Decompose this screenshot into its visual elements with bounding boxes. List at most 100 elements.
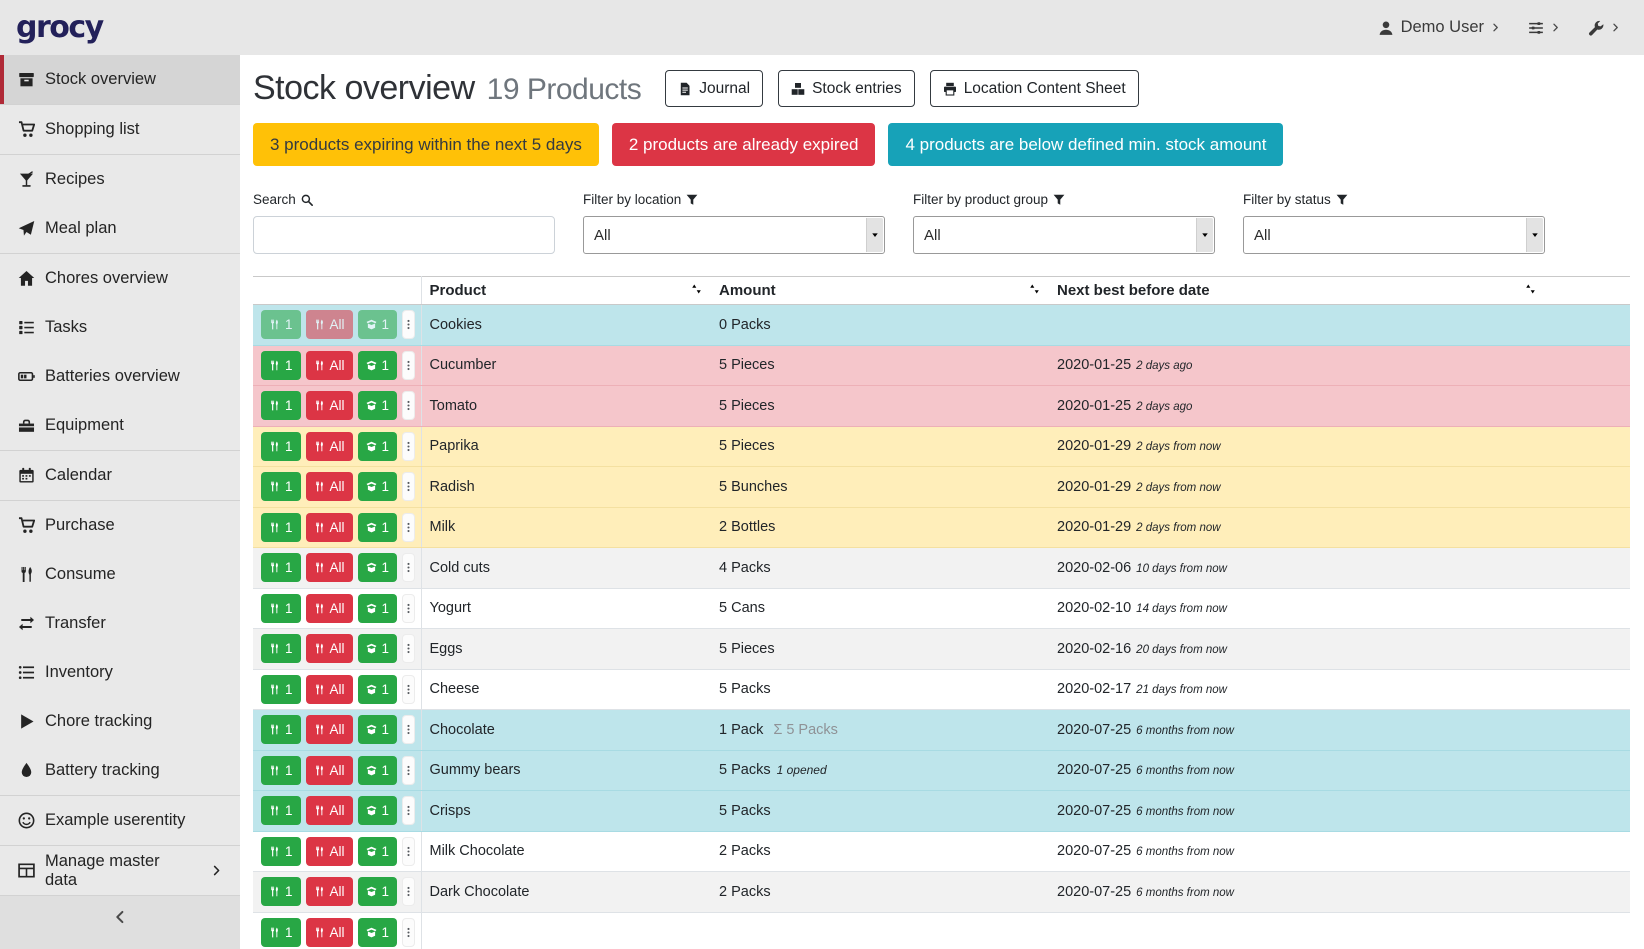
row-menu-button[interactable] <box>402 432 415 461</box>
consume-one-button[interactable]: 1 <box>261 837 301 866</box>
consume-one-button[interactable]: 1 <box>261 918 301 947</box>
filter-by-product-group-select[interactable]: All <box>913 216 1215 254</box>
open-one-button[interactable]: 1 <box>358 310 398 339</box>
consume-one-button[interactable]: 1 <box>261 391 301 420</box>
consume-all-button[interactable]: All <box>306 391 353 420</box>
open-one-button[interactable]: 1 <box>358 594 398 623</box>
open-one-button[interactable]: 1 <box>358 715 398 744</box>
search-input[interactable] <box>253 216 555 254</box>
sidebar-item-stock-overview[interactable]: Stock overview <box>0 55 240 104</box>
open-one-button[interactable]: 1 <box>358 472 398 501</box>
consume-all-button[interactable]: All <box>306 634 353 663</box>
settings-menu[interactable] <box>1528 20 1560 36</box>
consume-one-button[interactable]: 1 <box>261 877 301 906</box>
row-menu-button[interactable] <box>402 634 415 663</box>
consume-one-button[interactable]: 1 <box>261 310 301 339</box>
open-one-button[interactable]: 1 <box>358 391 398 420</box>
sidebar-item-chore-tracking[interactable]: Chore tracking <box>0 697 240 746</box>
consume-one-button[interactable]: 1 <box>261 634 301 663</box>
column-header-next-best-before-date[interactable]: Next best before date <box>1049 277 1630 305</box>
sidebar-item-chores-overview[interactable]: Chores overview <box>0 254 240 303</box>
consume-all-button[interactable]: All <box>306 675 353 704</box>
open-one-button[interactable]: 1 <box>358 513 398 542</box>
open-one-button[interactable]: 1 <box>358 918 398 947</box>
row-menu-button[interactable] <box>402 553 415 582</box>
sidebar-item-inventory[interactable]: Inventory <box>0 648 240 697</box>
row-menu-button[interactable] <box>402 918 415 947</box>
sidebar-item-equipment[interactable]: Equipment <box>0 401 240 450</box>
consume-one-button[interactable]: 1 <box>261 594 301 623</box>
consume-all-button[interactable]: All <box>306 918 353 947</box>
sidebar-item-recipes[interactable]: Recipes <box>0 155 240 204</box>
consume-one-button[interactable]: 1 <box>261 675 301 704</box>
open-one-button[interactable]: 1 <box>358 837 398 866</box>
open-one-button[interactable]: 1 <box>358 796 398 825</box>
row-menu-button[interactable] <box>402 310 415 339</box>
app-logo[interactable]: grocy <box>16 10 103 45</box>
consume-one-button[interactable]: 1 <box>261 756 301 785</box>
row-menu-button[interactable] <box>402 796 415 825</box>
row-menu-button[interactable] <box>402 472 415 501</box>
filter-by-status-select[interactable]: All <box>1243 216 1545 254</box>
consume-all-button[interactable]: All <box>306 432 353 461</box>
row-menu-button[interactable] <box>402 351 415 380</box>
consume-all-button[interactable]: All <box>306 310 353 339</box>
consume-all-button[interactable]: All <box>306 756 353 785</box>
column-header-amount[interactable]: Amount <box>711 277 1049 305</box>
sidebar-collapse-button[interactable] <box>113 910 127 924</box>
consume-one-button[interactable]: 1 <box>261 513 301 542</box>
open-one-button[interactable]: 1 <box>358 634 398 663</box>
sidebar-item-example-userentity[interactable]: Example userentity <box>0 796 240 845</box>
consume-one-button[interactable]: 1 <box>261 472 301 501</box>
sidebar-item-batteries-overview[interactable]: Batteries overview <box>0 352 240 401</box>
consume-all-button[interactable]: All <box>306 472 353 501</box>
open-one-button[interactable]: 1 <box>358 675 398 704</box>
sidebar-item-calendar[interactable]: Calendar <box>0 451 240 500</box>
consume-all-button[interactable]: All <box>306 513 353 542</box>
sidebar-item-transfer[interactable]: Transfer <box>0 599 240 648</box>
row-menu-button[interactable] <box>402 513 415 542</box>
row-menu-button[interactable] <box>402 675 415 704</box>
consume-all-button[interactable]: All <box>306 877 353 906</box>
row-menu-button[interactable] <box>402 877 415 906</box>
location-content-sheet-button[interactable]: Location Content Sheet <box>930 70 1139 107</box>
sidebar-item-purchase[interactable]: Purchase <box>0 501 240 550</box>
sidebar-item-battery-tracking[interactable]: Battery tracking <box>0 746 240 795</box>
open-one-button[interactable]: 1 <box>358 756 398 785</box>
alert-banner[interactable]: 3 products expiring within the next 5 da… <box>253 123 599 166</box>
sidebar-item-tasks[interactable]: Tasks <box>0 303 240 352</box>
open-one-button[interactable]: 1 <box>358 432 398 461</box>
consume-all-button[interactable]: All <box>306 594 353 623</box>
consume-all-button[interactable]: All <box>306 715 353 744</box>
consume-all-button[interactable]: All <box>306 796 353 825</box>
row-menu-button[interactable] <box>402 715 415 744</box>
row-menu-button[interactable] <box>402 594 415 623</box>
alert-banner[interactable]: 2 products are already expired <box>612 123 876 166</box>
filter-by-location-select[interactable]: All <box>583 216 885 254</box>
column-header-product[interactable]: Product <box>421 277 711 305</box>
alert-banner[interactable]: 4 products are below defined min. stock … <box>888 123 1283 166</box>
open-one-button[interactable]: 1 <box>358 877 398 906</box>
consume-one-button[interactable]: 1 <box>261 715 301 744</box>
row-menu-button[interactable] <box>402 756 415 785</box>
row-menu-button[interactable] <box>402 391 415 420</box>
journal-button[interactable]: Journal <box>665 70 763 107</box>
sidebar-item-manage-master-data[interactable]: Manage master data <box>0 846 240 895</box>
consume-all-button[interactable]: All <box>306 553 353 582</box>
user-menu[interactable]: Demo User <box>1378 18 1500 37</box>
sidebar-item-shopping-list[interactable]: Shopping list <box>0 105 240 154</box>
sidebar-item-consume[interactable]: Consume <box>0 550 240 599</box>
sliders-icon <box>1528 20 1544 36</box>
row-menu-button[interactable] <box>402 837 415 866</box>
consume-one-button[interactable]: 1 <box>261 796 301 825</box>
consume-one-button[interactable]: 1 <box>261 351 301 380</box>
sidebar-item-meal-plan[interactable]: Meal plan <box>0 204 240 253</box>
stock-entries-button[interactable]: Stock entries <box>778 70 915 107</box>
open-one-button[interactable]: 1 <box>358 351 398 380</box>
consume-one-button[interactable]: 1 <box>261 432 301 461</box>
consume-all-button[interactable]: All <box>306 837 353 866</box>
open-one-button[interactable]: 1 <box>358 553 398 582</box>
consume-all-button[interactable]: All <box>306 351 353 380</box>
consume-one-button[interactable]: 1 <box>261 553 301 582</box>
admin-menu[interactable] <box>1588 20 1620 36</box>
